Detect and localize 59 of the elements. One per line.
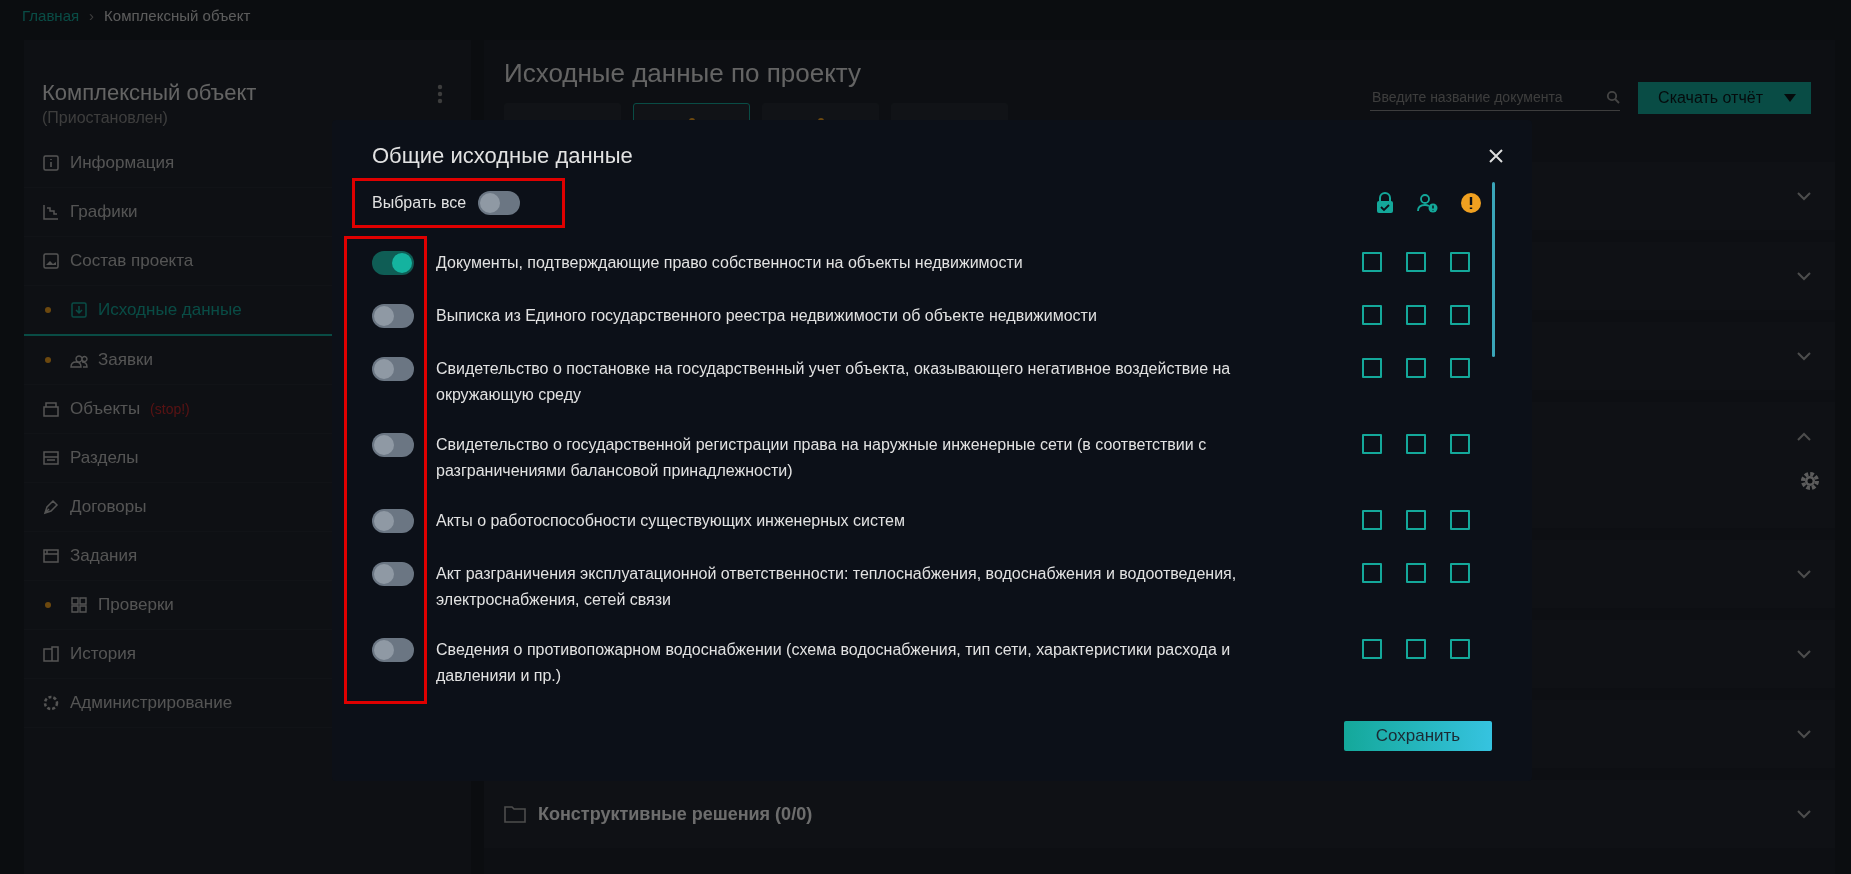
toggle-switch[interactable] <box>372 638 414 662</box>
checkbox[interactable] <box>1406 252 1426 272</box>
checkbox[interactable] <box>1362 563 1382 583</box>
search-icon <box>1606 90 1621 104</box>
checkbox[interactable] <box>1450 510 1470 530</box>
settings-icon[interactable] <box>1799 470 1821 492</box>
checkbox[interactable] <box>1450 639 1470 659</box>
checkbox[interactable] <box>1406 305 1426 325</box>
breadcrumb-item[interactable]: Главная <box>22 6 80 24</box>
menu-icon <box>42 449 60 467</box>
menu-icon <box>42 252 60 270</box>
toggle-switch[interactable] <box>372 357 414 381</box>
scrollbar[interactable] <box>1492 182 1495 357</box>
toggle-switch[interactable] <box>372 433 414 457</box>
close-icon[interactable] <box>1488 148 1504 164</box>
download-report-button[interactable]: Скачать отчёт <box>1638 82 1811 114</box>
select-all-label: Выбрать все <box>372 194 467 212</box>
warning-icon <box>1460 192 1482 214</box>
checkbox[interactable] <box>1406 358 1426 378</box>
checkbox[interactable] <box>1362 358 1382 378</box>
toggle-switch[interactable] <box>372 304 414 328</box>
menu-icon <box>42 498 60 516</box>
breadcrumb-separator: › <box>89 6 95 24</box>
toggle-switch[interactable] <box>372 509 414 533</box>
section-title: Конструктивные решения (0/0) <box>538 803 813 825</box>
stop-label: (stop!) <box>150 401 190 417</box>
breadcrumb-item: Комплексный объект <box>104 6 251 24</box>
caret-icon <box>1783 93 1797 103</box>
checkbox[interactable] <box>1450 252 1470 272</box>
menu-icon <box>70 596 88 614</box>
toggle-switch[interactable] <box>372 251 414 275</box>
checkbox[interactable] <box>1362 639 1382 659</box>
checkbox[interactable] <box>1450 434 1470 454</box>
toggle-switch[interactable] <box>372 562 414 586</box>
project-title: Комплексный объект <box>42 80 257 106</box>
checkbox[interactable] <box>1362 510 1382 530</box>
checkbox[interactable] <box>1450 358 1470 378</box>
menu-icon <box>42 645 60 663</box>
toggle-switch[interactable] <box>478 191 521 215</box>
checkbox[interactable] <box>1362 305 1382 325</box>
menu-icon <box>70 301 88 319</box>
menu-icon <box>42 400 60 418</box>
menu-icon <box>42 203 60 221</box>
folder-icon <box>504 805 526 823</box>
page-title: Исходные данные по проекту <box>504 58 862 89</box>
checkbox[interactable] <box>1406 563 1426 583</box>
checkbox[interactable] <box>1406 434 1426 454</box>
checkbox[interactable] <box>1450 563 1470 583</box>
checkbox[interactable] <box>1406 510 1426 530</box>
checkbox[interactable] <box>1362 434 1382 454</box>
save-button[interactable]: Сохранить <box>1344 721 1492 751</box>
lock-icon <box>1374 192 1396 214</box>
menu-icon <box>42 154 60 172</box>
checkbox[interactable] <box>1450 305 1470 325</box>
menu-icon <box>42 547 60 565</box>
menu-icon <box>42 694 60 712</box>
checkbox[interactable] <box>1362 252 1382 272</box>
user-icon <box>1417 193 1439 213</box>
checkbox[interactable] <box>1406 639 1426 659</box>
